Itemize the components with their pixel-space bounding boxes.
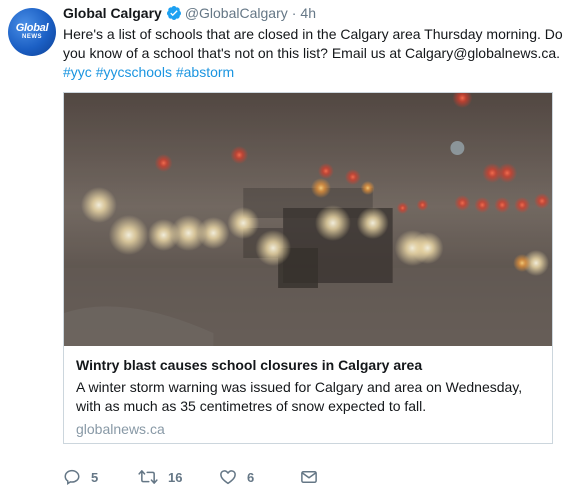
retweet-count: 16 [168,469,183,485]
card-description: A winter storm warning was issued for Ca… [76,379,523,414]
avatar-logo-subtext: NEWS [22,34,42,40]
separator: · [291,5,297,21]
card-title[interactable]: Wintry blast causes school closures in C… [76,356,540,374]
tweet-content: Global Calgary @GlobalCalgary · 4h Here'… [63,0,563,486]
tweet-body: Here's a list of schools that are closed… [63,26,563,61]
timestamp[interactable]: 4h [300,5,316,21]
reply-count: 5 [91,469,99,485]
heart-icon [220,470,236,485]
message-button[interactable] [300,468,318,486]
reply-button[interactable]: 5 [63,468,138,486]
hashtag-yycschools[interactable]: #yycschools [96,64,172,80]
card-body: Wintry blast causes school closures in C… [64,346,552,438]
verified-badge-icon [166,6,181,20]
tweet-header: Global Calgary @GlobalCalgary · 4h [63,1,563,25]
reply-icon [64,469,80,486]
retweet-icon [138,470,158,484]
avatar[interactable]: Global NEWS [8,8,56,56]
handle[interactable]: @GlobalCalgary [185,5,288,21]
envelope-icon [301,471,317,483]
hashtag-yyc[interactable]: #yyc [63,64,92,80]
avatar-logo-text: Global [15,22,49,34]
retweet-button[interactable]: 16 [138,468,219,486]
like-count: 6 [247,469,255,485]
display-name[interactable]: Global Calgary [63,5,162,21]
tweet-actions: 5 16 6 [63,468,318,486]
card-image [64,93,552,346]
card-domain[interactable]: globalnews.ca [76,420,540,438]
link-card[interactable]: Wintry blast causes school closures in C… [63,92,553,444]
tweet-text: Here's a list of schools that are closed… [63,25,563,82]
hashtag-abstorm[interactable]: #abstorm [176,64,234,80]
like-button[interactable]: 6 [219,468,300,486]
